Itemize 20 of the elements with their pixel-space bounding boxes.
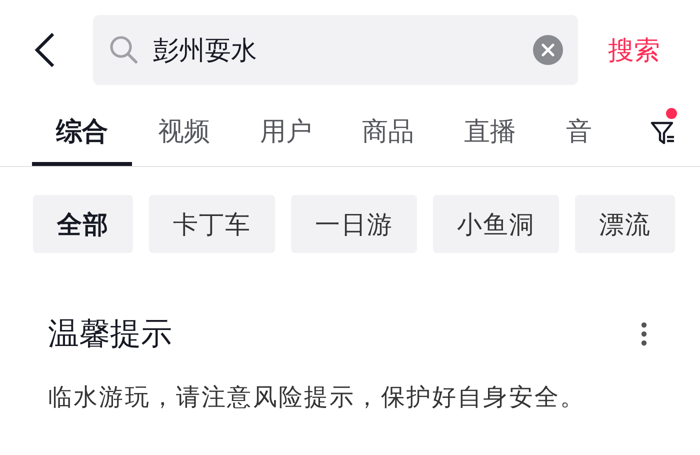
tab[interactable]: 直播 [440, 100, 540, 166]
filter-chip[interactable]: 一日游 [291, 195, 417, 253]
search-field[interactable]: 彭州耍水 [93, 15, 578, 85]
notice-text: 临水游玩，请注意风险提示，保护好自身安全。 [48, 382, 587, 413]
tab[interactable]: 音 [542, 100, 616, 166]
tab[interactable]: 用户 [236, 100, 336, 166]
filter-chip[interactable]: 卡丁车 [149, 195, 275, 253]
tab[interactable]: 商品 [338, 100, 438, 166]
back-icon[interactable] [34, 32, 56, 68]
filter-icon[interactable] [650, 119, 676, 147]
tab[interactable]: 综合 [32, 100, 132, 166]
filter-chip[interactable]: 小鱼洞 [433, 195, 559, 253]
tab[interactable]: 视频 [134, 100, 234, 166]
more-icon[interactable] [640, 321, 648, 347]
clear-icon[interactable] [532, 34, 564, 66]
search-icon [109, 35, 139, 65]
notice-title: 温馨提示 [48, 315, 172, 354]
filter-chip[interactable]: 漂流 [575, 195, 675, 253]
filter-chip[interactable]: 全部 [33, 195, 133, 253]
search-button[interactable]: 搜索 [608, 32, 660, 68]
